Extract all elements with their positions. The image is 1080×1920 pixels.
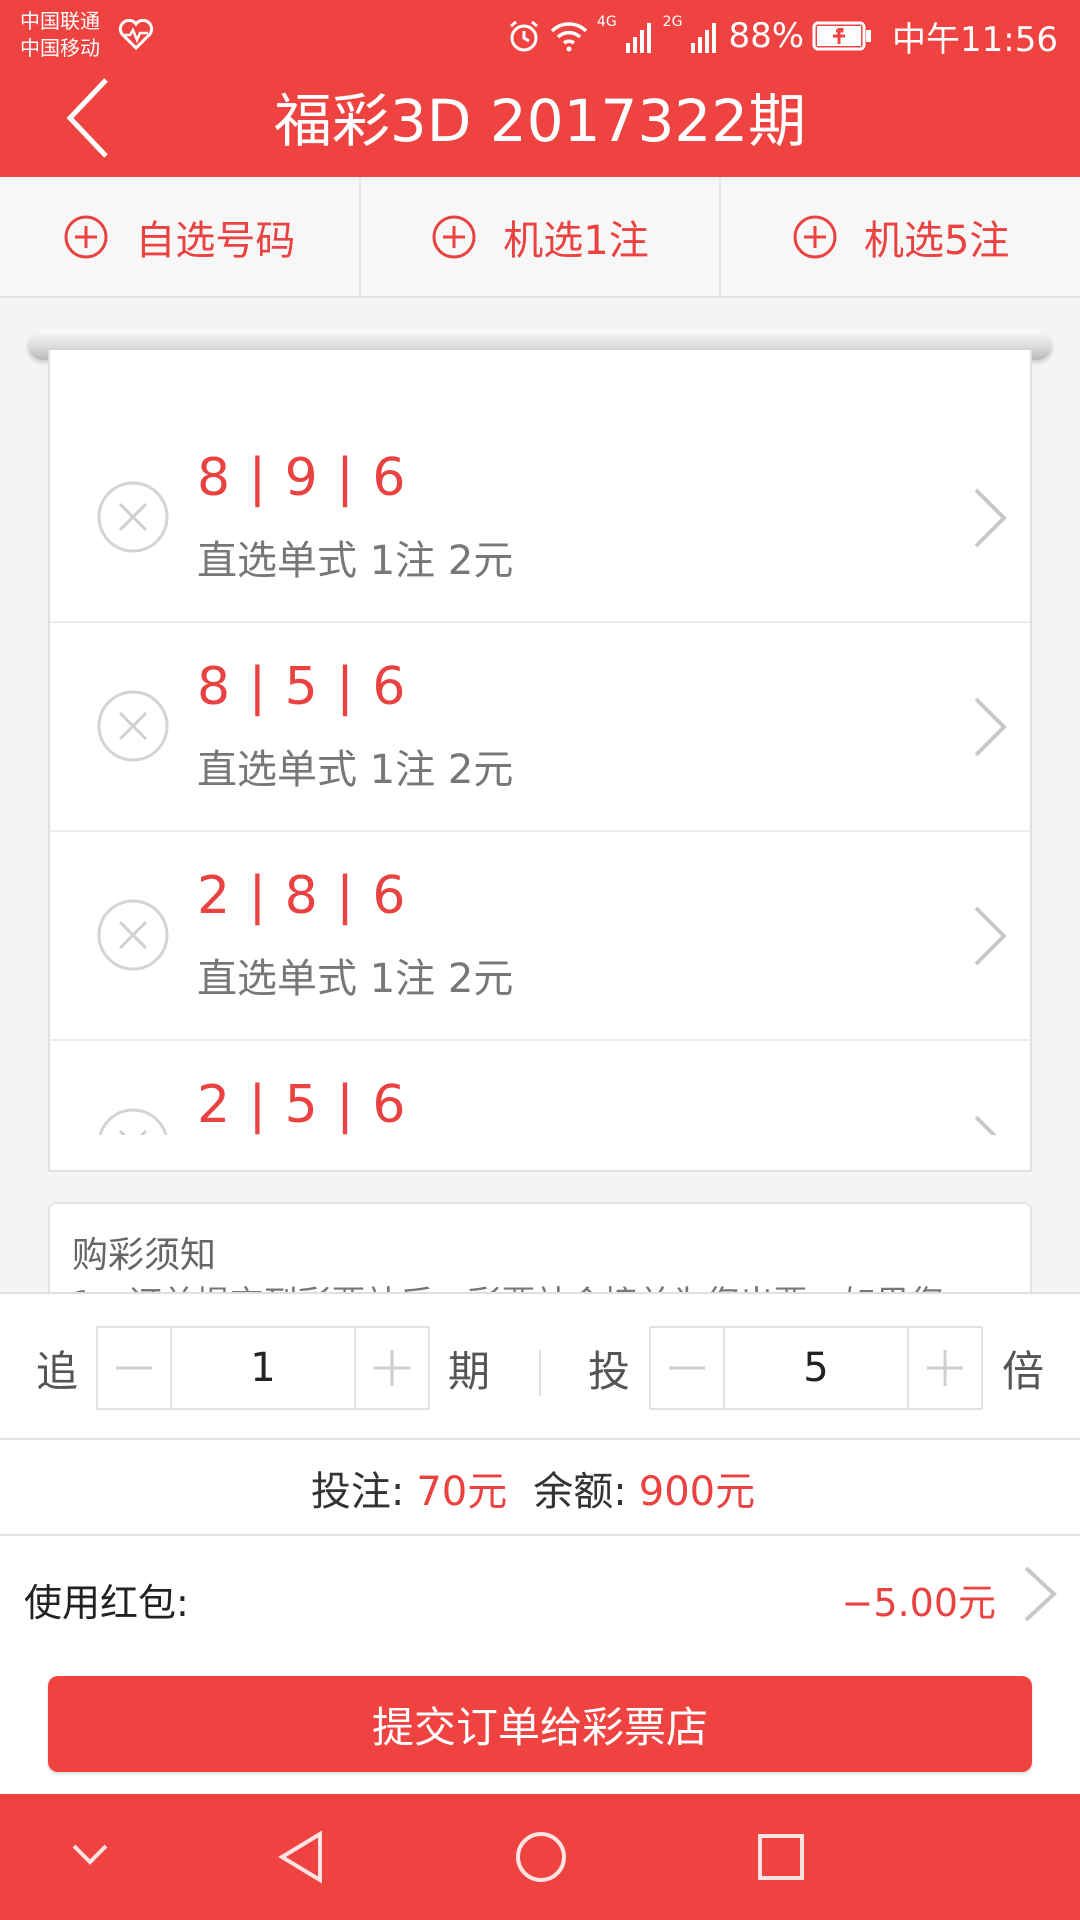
network-2-label: 2G	[662, 14, 683, 30]
signal-icon	[625, 23, 651, 53]
chevron-down-icon[interactable]	[70, 1840, 110, 1870]
bet-numbers: 2 | 5 | 6	[197, 1075, 407, 1135]
chevron-right-icon	[974, 1115, 997, 1135]
back-triangle-icon[interactable]	[276, 1830, 326, 1884]
bet-row[interactable]: 2 | 5 | 6	[50, 1041, 1030, 1135]
bet-list[interactable]: 8 | 9 | 6 直选单式 1注 2元 8 | 5 | 6 直选单式 1注 2…	[48, 350, 1032, 1172]
minus-icon	[669, 1366, 705, 1370]
bet-numbers: 8 | 9 | 6	[197, 448, 407, 508]
battery-percent: 88%	[728, 16, 805, 56]
delete-circle-icon[interactable]	[96, 898, 170, 972]
chevron-right-icon	[974, 488, 1007, 548]
notice-title: 购彩须知	[72, 1235, 217, 1276]
chevron-right-icon	[974, 906, 1007, 966]
page-title: 福彩3D 2017322期	[273, 87, 807, 155]
delete-circle-icon[interactable]	[96, 480, 170, 554]
chase-stepper: 1	[96, 1326, 430, 1410]
tab-label: 机选5注	[863, 217, 1010, 264]
carrier-info: 中国联通 中国移动	[20, 8, 100, 62]
tab-manual-pick[interactable]: 自选号码	[0, 177, 361, 296]
delete-circle-icon[interactable]	[96, 689, 170, 763]
bet-description: 直选单式 1注 2元	[197, 538, 514, 584]
pick-tabs: 自选号码 机选1注 机选5注	[0, 177, 1080, 298]
signal-icon	[691, 23, 717, 53]
status-bar: 中国联通 中国移动 4G 2G 88% 中午11:56	[0, 0, 1080, 70]
chevron-right-icon	[1024, 1566, 1057, 1622]
carrier-1: 中国联通	[20, 9, 100, 33]
bet-numbers: 2 | 8 | 6	[197, 866, 407, 926]
multiple-suffix: 倍	[1002, 1347, 1045, 1396]
wifi-icon	[550, 22, 588, 52]
system-nav-bar	[0, 1794, 1080, 1920]
home-circle-icon[interactable]	[514, 1830, 568, 1884]
bet-summary: 投注: 70元 余额: 900元	[0, 1442, 1080, 1536]
plus-icon	[374, 1350, 410, 1386]
chase-minus-button[interactable]	[98, 1328, 170, 1408]
multiple-stepper: 5	[649, 1326, 983, 1410]
multiple-value-input[interactable]: 5	[723, 1328, 909, 1408]
bet-description: 直选单式 1注 2元	[197, 747, 514, 793]
delete-circle-icon[interactable]	[96, 1107, 170, 1135]
divider	[539, 1350, 541, 1396]
chase-value-input[interactable]: 1	[170, 1328, 356, 1408]
bet-numbers: 8 | 5 | 6	[197, 657, 407, 717]
tab-label: 自选号码	[135, 217, 296, 264]
minus-icon	[116, 1366, 152, 1370]
submit-order-button[interactable]: 提交订单给彩票店	[48, 1676, 1032, 1772]
multiple-minus-button[interactable]	[651, 1328, 723, 1408]
chase-suffix: 期	[448, 1347, 491, 1396]
tab-label: 机选1注	[503, 217, 649, 264]
multiple-prefix: 投	[588, 1347, 631, 1396]
plus-circle-icon	[432, 215, 476, 258]
balance-label: 余额:	[533, 1469, 627, 1515]
red-packet-value: −5.00元	[841, 1581, 996, 1625]
alarm-icon	[509, 20, 538, 52]
carrier-2: 中国移动	[20, 36, 100, 60]
chevron-right-icon	[974, 697, 1007, 757]
stepper-row: 追 1 期 投 5 倍	[0, 1294, 1080, 1440]
plus-icon	[927, 1350, 963, 1386]
order-panel: 追 1 期 投 5 倍 投注: 70元 余额: 900元 使用红包: −5.00…	[0, 1292, 1080, 1793]
red-packet-row[interactable]: 使用红包: −5.00元	[0, 1538, 1080, 1652]
tab-random-1[interactable]: 机选1注	[361, 177, 722, 296]
multiple-plus-button[interactable]	[909, 1328, 981, 1408]
bet-description: 直选单式 1注 2元	[197, 956, 514, 1002]
bet-list-scroll: 8 | 9 | 6 直选单式 1注 2元 8 | 5 | 6 直选单式 1注 2…	[50, 350, 1030, 1135]
plus-circle-icon	[64, 215, 108, 258]
network-1-label: 4G	[596, 14, 617, 30]
recent-apps-square-icon[interactable]	[756, 1832, 806, 1882]
top-bar: 中国联通 中国移动 4G 2G 88% 中午11:56 福彩3D 2017322…	[0, 0, 1080, 177]
plus-circle-icon	[793, 215, 837, 258]
battery-icon	[812, 21, 872, 51]
chase-prefix: 追	[36, 1347, 79, 1396]
bet-row[interactable]: 8 | 5 | 6 直选单式 1注 2元	[50, 623, 1030, 832]
heart-icon	[118, 18, 154, 51]
bet-row[interactable]: 8 | 9 | 6 直选单式 1注 2元	[50, 414, 1030, 623]
balance-amount: 900元	[638, 1469, 756, 1515]
tab-random-5[interactable]: 机选5注	[721, 177, 1080, 296]
red-packet-label: 使用红包:	[24, 1581, 189, 1625]
bet-label: 投注:	[310, 1469, 405, 1515]
bet-amount: 70元	[416, 1469, 508, 1515]
bet-row[interactable]: 2 | 8 | 6 直选单式 1注 2元	[50, 832, 1030, 1041]
status-icons: 4G 2G 88% 中午11:56	[507, 12, 1058, 60]
clock: 中午11:56	[892, 19, 1058, 60]
chase-plus-button[interactable]	[356, 1328, 428, 1408]
